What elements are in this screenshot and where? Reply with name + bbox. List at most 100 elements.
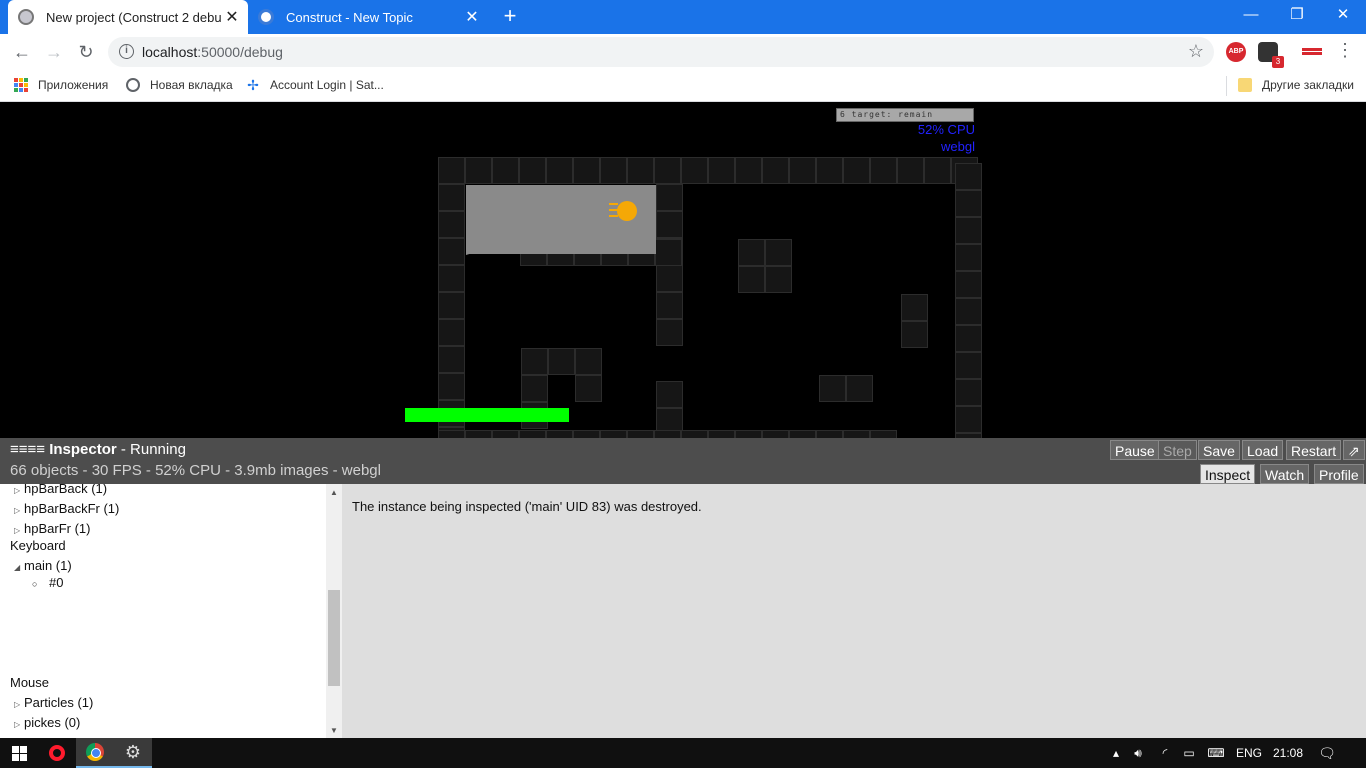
wall-tile xyxy=(765,239,792,266)
network-icon[interactable]: ◜ xyxy=(1154,738,1176,768)
expand-triangle-icon[interactable]: ▷ xyxy=(14,716,24,734)
bookmark-apps[interactable]: Приложения xyxy=(14,76,108,94)
inspect-message: The instance being inspected ('main' UID… xyxy=(352,499,702,514)
wall-tile xyxy=(762,157,789,184)
adblock-plus-icon[interactable]: ABP xyxy=(1226,42,1246,62)
popout-icon[interactable]: ⇗ xyxy=(1343,440,1365,460)
windows-logo-icon xyxy=(11,745,27,761)
construct-favicon-icon xyxy=(258,9,274,25)
chrome-taskbar-icon[interactable] xyxy=(76,738,114,768)
wall-tile xyxy=(656,211,683,238)
settings-taskbar-icon[interactable]: ⚙ xyxy=(114,738,152,768)
tab-close-icon[interactable]: ✕ xyxy=(462,7,482,27)
tree-item[interactable]: ▷ pickes (0) xyxy=(14,714,80,732)
expand-triangle-icon[interactable]: ▷ xyxy=(14,696,24,714)
keyboard-icon[interactable]: ⌨ xyxy=(1204,738,1228,768)
wall-tile xyxy=(438,319,465,346)
wall-tile xyxy=(492,430,519,438)
tab-construct-debug[interactable]: New project (Construct 2 debug) ✕ xyxy=(8,0,248,34)
tree-group-mouse[interactable]: Mouse xyxy=(10,674,49,692)
minimize-button[interactable]: — xyxy=(1228,0,1274,34)
tab-watch[interactable]: Watch xyxy=(1260,464,1310,484)
save-button[interactable]: Save xyxy=(1198,440,1240,460)
extension-red-icon[interactable] xyxy=(1302,48,1322,55)
tree-scrollbar[interactable]: ▲ ▼ xyxy=(326,484,342,738)
window-close-button[interactable]: ✕ xyxy=(1320,0,1366,34)
wall-tile xyxy=(627,430,654,438)
bookmark-new-tab[interactable]: Новая вкладка xyxy=(126,76,233,94)
wall-tile xyxy=(708,157,735,184)
tree-item[interactable]: ▷ hpBarBackFr (1) xyxy=(14,500,119,518)
wall-tile xyxy=(438,292,465,319)
scrollbar-thumb[interactable] xyxy=(328,590,340,686)
step-button[interactable]: Step xyxy=(1158,440,1197,460)
battery-icon[interactable]: ▭ xyxy=(1180,738,1198,768)
wall-tile xyxy=(656,319,683,346)
clock[interactable]: 21:08 xyxy=(1270,738,1306,768)
language-indicator[interactable]: ENG xyxy=(1234,738,1264,768)
wall-tile xyxy=(955,379,982,406)
tree-instance[interactable]: ○ #0 xyxy=(32,574,63,592)
bookmarks-divider xyxy=(1226,76,1227,96)
extension-camera-icon[interactable]: 3 xyxy=(1258,42,1284,68)
tray-expand-icon[interactable]: ▴ xyxy=(1108,738,1124,768)
scroll-up-icon[interactable]: ▲ xyxy=(326,488,342,497)
scroll-down-icon[interactable]: ▼ xyxy=(326,726,342,735)
bookmark-account-login[interactable]: ✢ Account Login | Sat... xyxy=(246,76,384,94)
wall-tile xyxy=(738,266,765,293)
tree-item[interactable]: ▷ hpBarFr (1) xyxy=(14,520,90,538)
collapse-triangle-icon[interactable]: ◢ xyxy=(14,559,24,577)
load-button[interactable]: Load xyxy=(1242,440,1284,460)
wall-tile xyxy=(955,163,982,190)
wall-tile xyxy=(546,430,573,438)
new-tab-button[interactable]: + xyxy=(498,4,522,28)
restore-button[interactable]: ❐ xyxy=(1274,0,1320,34)
tab-inspect[interactable]: Inspect xyxy=(1200,464,1256,484)
wall-tile xyxy=(816,430,843,438)
satellite-fan-icon: ✢ xyxy=(247,77,259,93)
inspector-header: ≡≡≡≡ Inspector - Running 66 objects - 30… xyxy=(0,438,1366,484)
bookmarks-bar: Приложения Новая вкладка ✢ Account Login… xyxy=(0,70,1366,102)
tree-item[interactable]: ▷ Particles (1) xyxy=(14,694,93,712)
player-sprite xyxy=(617,201,637,221)
windows-start-icon[interactable] xyxy=(0,738,38,768)
wall-tile xyxy=(735,157,762,184)
wall-tile xyxy=(656,381,683,408)
chrome-menu-icon[interactable]: ⋮ xyxy=(1336,40,1354,61)
reload-icon[interactable]: ↻ xyxy=(74,40,98,64)
notifications-icon[interactable]: 🗨︎ xyxy=(1314,738,1340,768)
pause-button[interactable]: Pause xyxy=(1110,440,1160,460)
forward-arrow-icon[interactable]: → xyxy=(42,40,66,64)
opera-logo-icon xyxy=(49,745,65,761)
tree-item[interactable]: ▷ hpBarBack (1) xyxy=(14,484,107,498)
bookmark-star-icon[interactable]: ☆ xyxy=(1188,41,1204,62)
expand-triangle-icon[interactable]: ▷ xyxy=(14,502,24,520)
restart-button[interactable]: Restart xyxy=(1286,440,1342,460)
tab-construct-new-topic[interactable]: Construct - New Topic ✕ xyxy=(248,0,488,34)
site-info-icon[interactable]: i xyxy=(119,44,134,59)
inspector-title: ≡≡≡≡ Inspector - Running xyxy=(10,441,186,458)
opera-icon[interactable] xyxy=(38,738,76,768)
wall-tile xyxy=(681,157,708,184)
chrome-logo-icon xyxy=(86,743,104,761)
tab-close-icon[interactable]: ✕ xyxy=(222,7,242,27)
tree-group-keyboard[interactable]: Keyboard xyxy=(10,537,66,555)
tab-profile[interactable]: Profile xyxy=(1314,464,1364,484)
expand-triangle-icon[interactable]: ▷ xyxy=(14,484,24,500)
game-canvas[interactable]: 6 target: remain 52% CPU webgl xyxy=(0,103,1366,438)
wall-tile xyxy=(492,157,519,184)
back-arrow-icon[interactable]: ← xyxy=(10,40,34,64)
volume-icon[interactable]: 🔊︎ xyxy=(1128,738,1148,768)
wall-tile xyxy=(846,375,873,402)
wall-tile xyxy=(955,298,982,325)
drag-grip-icon[interactable]: ≡≡≡≡ xyxy=(10,441,45,458)
wall-tile xyxy=(955,271,982,298)
wall-tile xyxy=(600,157,627,184)
other-bookmarks[interactable]: Другие закладки xyxy=(1238,76,1354,94)
address-bar[interactable]: i localhost:50000/debug ☆ xyxy=(108,37,1214,67)
wall-tile xyxy=(521,375,548,402)
tree-item-main[interactable]: ◢ main (1) xyxy=(14,557,72,575)
tree-item-label: hpBarBackFr (1) xyxy=(24,501,120,516)
instance-label: #0 xyxy=(49,575,64,590)
wall-tile xyxy=(789,430,816,438)
